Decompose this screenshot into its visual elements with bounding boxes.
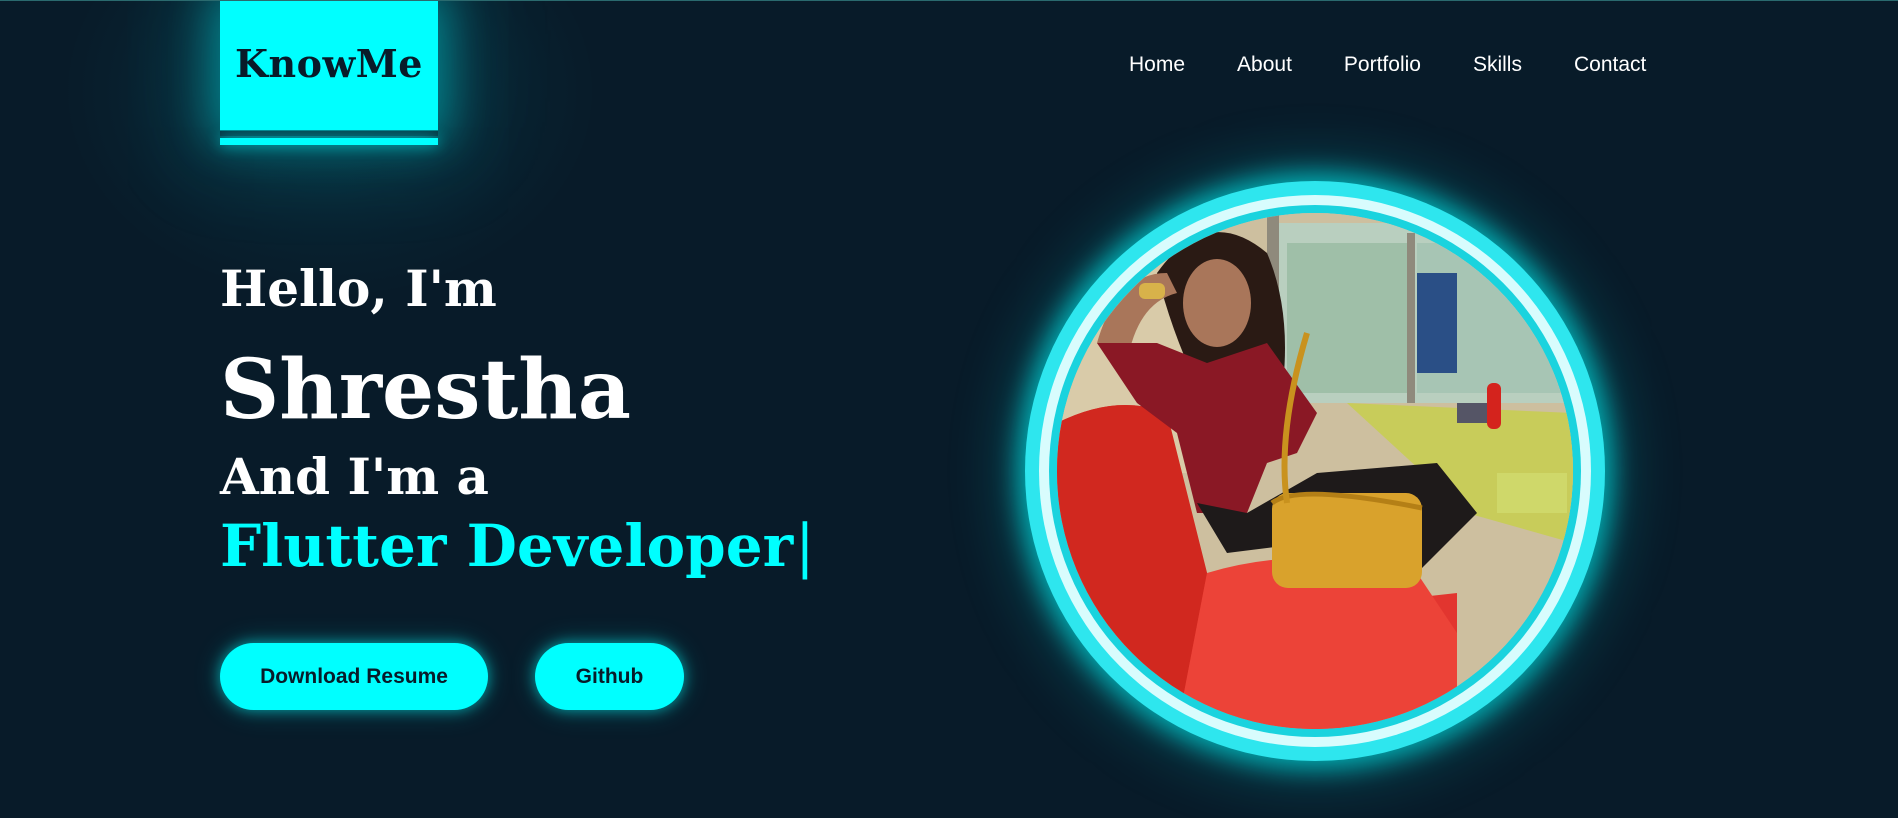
nav-portfolio[interactable]: Portfolio xyxy=(1344,53,1421,77)
profile-photo-illustration xyxy=(1057,213,1573,729)
hero-name: Shrestha xyxy=(220,342,632,438)
logo-underline xyxy=(220,138,438,145)
nav-home[interactable]: Home xyxy=(1129,53,1185,77)
profile-photo xyxy=(1057,213,1573,729)
nav-skills[interactable]: Skills xyxy=(1473,53,1522,77)
main-nav: Home About Portfolio Skills Contact xyxy=(1129,53,1646,77)
download-resume-button[interactable]: Download Resume xyxy=(220,643,488,710)
hero-role: Flutter Developer xyxy=(220,512,794,580)
logo-text: KnowMe xyxy=(235,41,423,86)
hero-page: KnowMe Home About Portfolio Skills Conta… xyxy=(0,0,1898,818)
logo-link[interactable]: KnowMe xyxy=(220,1,438,136)
github-button[interactable]: Github xyxy=(535,643,684,710)
profile-photo-frame xyxy=(1025,181,1605,761)
typing-cursor: | xyxy=(795,512,815,580)
nav-about[interactable]: About xyxy=(1237,53,1292,77)
hero-role-line: Flutter Developer| xyxy=(220,513,815,579)
hero-text: Hello, I'm Shrestha And I'm a Flutter De… xyxy=(220,259,815,579)
nav-contact[interactable]: Contact xyxy=(1574,53,1646,77)
hero-greeting: Hello, I'm xyxy=(220,259,497,318)
hero-intro: And I'm a xyxy=(220,447,489,506)
